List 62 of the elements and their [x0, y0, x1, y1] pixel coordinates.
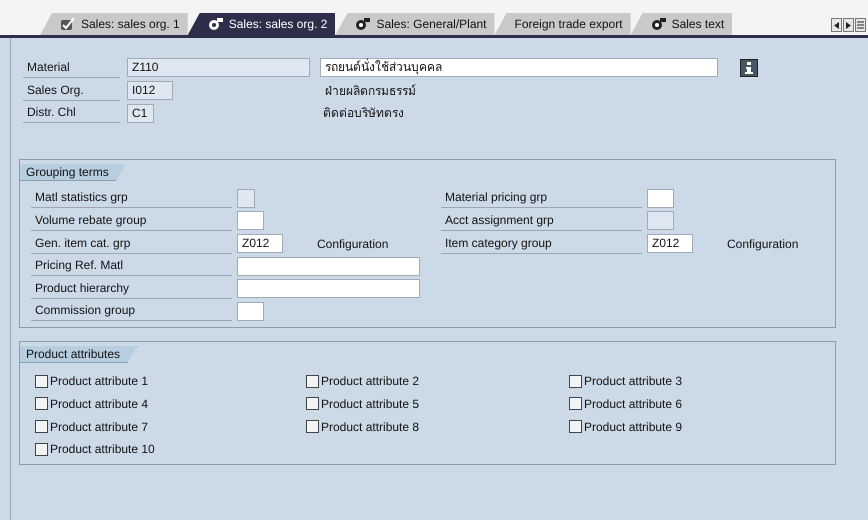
checkbox-label: Product attribute 9 [584, 418, 682, 436]
field-label: Material [23, 58, 120, 78]
checkbox[interactable] [35, 397, 48, 410]
checkbox[interactable] [306, 420, 319, 434]
checkbox-label: Product attribute 5 [321, 396, 420, 413]
field-label: Acct assignment grp [441, 210, 642, 231]
field-label: Distr. Chl [23, 103, 120, 124]
tab[interactable]: Foreign trade export [494, 13, 631, 35]
field-label: Matl statistics grp [31, 188, 232, 208]
checkmark-icon [60, 17, 76, 31]
field-label: Item category group [441, 234, 642, 254]
input-field[interactable]: Z012 [647, 234, 693, 254]
field-label: Gen. item cat. grp [31, 234, 232, 254]
checkbox-label: Product attribute 1 [50, 373, 148, 390]
field-label: Sales Org. [23, 80, 120, 101]
input-field[interactable] [237, 256, 420, 276]
field-label: Material pricing grp [441, 188, 642, 208]
input-field[interactable]: Z012 [237, 234, 283, 254]
checkbox-label: Product attribute 6 [584, 396, 682, 413]
tab-list-button[interactable] [855, 18, 866, 32]
checkbox-label: Product attribute 4 [50, 396, 148, 413]
field-label: Product hierarchy [31, 278, 232, 299]
checkbox-label: Product attribute 7 [50, 418, 148, 436]
tab[interactable]: Sales: General/Plant [335, 13, 494, 35]
config-text: Configuration [727, 236, 798, 253]
checkbox[interactable] [306, 374, 319, 388]
description-text: ติดต่อบริษัทตรง [322, 106, 404, 120]
checkbox-label: Product attribute 8 [321, 418, 420, 436]
info-icon [744, 62, 754, 74]
group-title: Grouping terms [20, 164, 126, 182]
tab[interactable]: Sales text [630, 13, 732, 35]
status-icon [650, 17, 667, 31]
right-arrow-icon [846, 22, 851, 28]
input-field[interactable] [237, 279, 420, 298]
tab[interactable]: Sales: sales org. 2 [188, 13, 336, 35]
checkbox-label: Product attribute 3 [584, 373, 682, 390]
checkbox[interactable] [569, 374, 582, 388]
input-field[interactable] [237, 211, 264, 230]
config-text: Configuration [317, 236, 388, 253]
scroll-right-button[interactable] [843, 18, 854, 32]
checkbox[interactable] [35, 420, 48, 434]
field-label: Volume rebate group [31, 210, 232, 231]
status-icon [355, 17, 372, 31]
checkbox[interactable] [35, 442, 48, 456]
input-field[interactable] [647, 188, 674, 208]
checkbox[interactable] [569, 420, 582, 434]
field-label: Pricing Ref. Matl [31, 256, 232, 276]
info-button[interactable] [740, 58, 758, 77]
scroll-left-button[interactable] [831, 18, 842, 32]
checkbox[interactable] [306, 397, 319, 410]
checkbox[interactable] [569, 397, 582, 410]
field-label: Commission group [31, 301, 232, 322]
input-field[interactable] [237, 302, 264, 321]
checkbox-label: Product attribute 10 [50, 441, 155, 458]
left-arrow-icon [834, 22, 839, 28]
tab[interactable]: Sales: sales org. 1 [40, 13, 188, 35]
description-text: ฝ่ายผลิตกรมธรรม์ [324, 84, 416, 98]
status-icon [208, 17, 224, 31]
checkbox-label: Product attribute 2 [321, 373, 420, 390]
group-title: Product attributes [20, 346, 138, 364]
list-icon [857, 21, 864, 29]
checkbox[interactable] [35, 374, 48, 388]
